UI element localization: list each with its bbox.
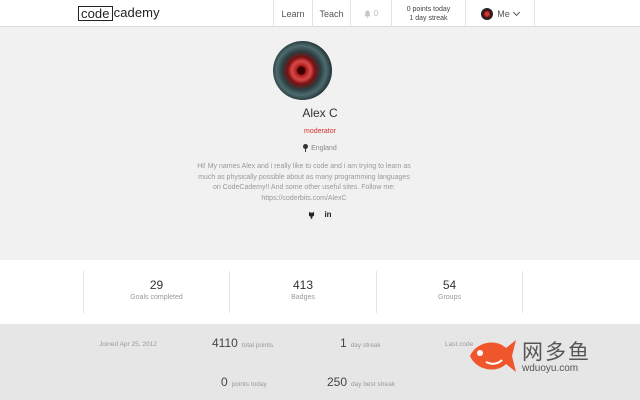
stat-goals-value: 29: [149, 278, 164, 292]
location-pin-icon: [303, 144, 309, 152]
social-links: in: [0, 210, 640, 219]
nav-teach-link[interactable]: Teach: [312, 0, 350, 27]
chevron-down-icon: [512, 8, 520, 16]
profile-location: England: [0, 144, 640, 152]
points-today-label: points today: [231, 381, 267, 388]
location-text: England: [311, 144, 337, 152]
total-points-value: 4110: [212, 336, 238, 350]
user-menu-label: Me: [497, 8, 510, 19]
day-streak-text: 1 day streak: [409, 14, 448, 22]
profile-avatar: [273, 41, 332, 100]
stat-groups-value: 54: [442, 278, 457, 292]
best-streak: 250 day best streak: [327, 375, 395, 389]
watermark-cn-text: 网多鱼: [522, 341, 591, 364]
points-today-text: 0 points today: [406, 5, 451, 13]
bell-icon: [364, 10, 371, 18]
watermark-url-text: wduoyu.com: [522, 363, 579, 374]
logo-box-text: code: [78, 5, 113, 21]
stat-groups-label: Groups: [438, 294, 461, 301]
current-streak-label: day streak: [350, 342, 381, 349]
points-streak-summary[interactable]: 0 points today 1 day streak: [391, 0, 465, 27]
stat-groups[interactable]: 54 Groups: [376, 271, 523, 313]
stat-goals-label: Goals completed: [130, 294, 183, 301]
linkedin-icon[interactable]: in: [324, 210, 331, 219]
codecademy-logo[interactable]: code cademy: [78, 5, 160, 21]
user-menu-button[interactable]: Me: [465, 0, 535, 27]
nav-learn-link[interactable]: Learn: [273, 0, 312, 27]
logo-rest-text: cademy: [113, 5, 160, 20]
profile-section: Alex C moderator England Hi! My names Al…: [0, 27, 640, 260]
total-points-label: total points: [241, 342, 274, 349]
stat-goals[interactable]: 29 Goals completed: [83, 271, 229, 313]
points-today-value: 0: [221, 375, 228, 389]
notifications-count: 0: [373, 9, 379, 18]
joined-date: Joined Apr 25, 2012: [99, 341, 157, 348]
stat-badges[interactable]: 413 Badges: [229, 271, 376, 313]
profile-role: moderator: [304, 128, 336, 135]
stat-badges-label: Badges: [291, 294, 315, 301]
fish-logo-icon: [470, 340, 516, 372]
watermark: 网多鱼 wduoyu.com: [462, 330, 602, 380]
total-points: 4110 total points: [212, 336, 273, 350]
profile-name: Alex C: [302, 106, 338, 120]
current-streak-value: 1: [340, 336, 347, 350]
stats-row: 29 Goals completed 413 Badges 54 Groups: [0, 260, 640, 324]
notifications-button[interactable]: 0: [350, 0, 391, 27]
best-streak-value: 250: [327, 375, 348, 389]
user-avatar: [481, 7, 494, 20]
current-streak: 1 day streak: [340, 336, 381, 350]
best-streak-label: day best streak: [351, 381, 396, 388]
top-nav-bar: code cademy Learn Teach 0 0 points today…: [0, 0, 640, 27]
stat-badges-value: 413: [292, 278, 314, 292]
github-icon[interactable]: [308, 211, 315, 219]
points-today-summary: 0 points today: [221, 375, 267, 389]
profile-bio: Hi! My names Alex and i really like to c…: [197, 163, 411, 202]
